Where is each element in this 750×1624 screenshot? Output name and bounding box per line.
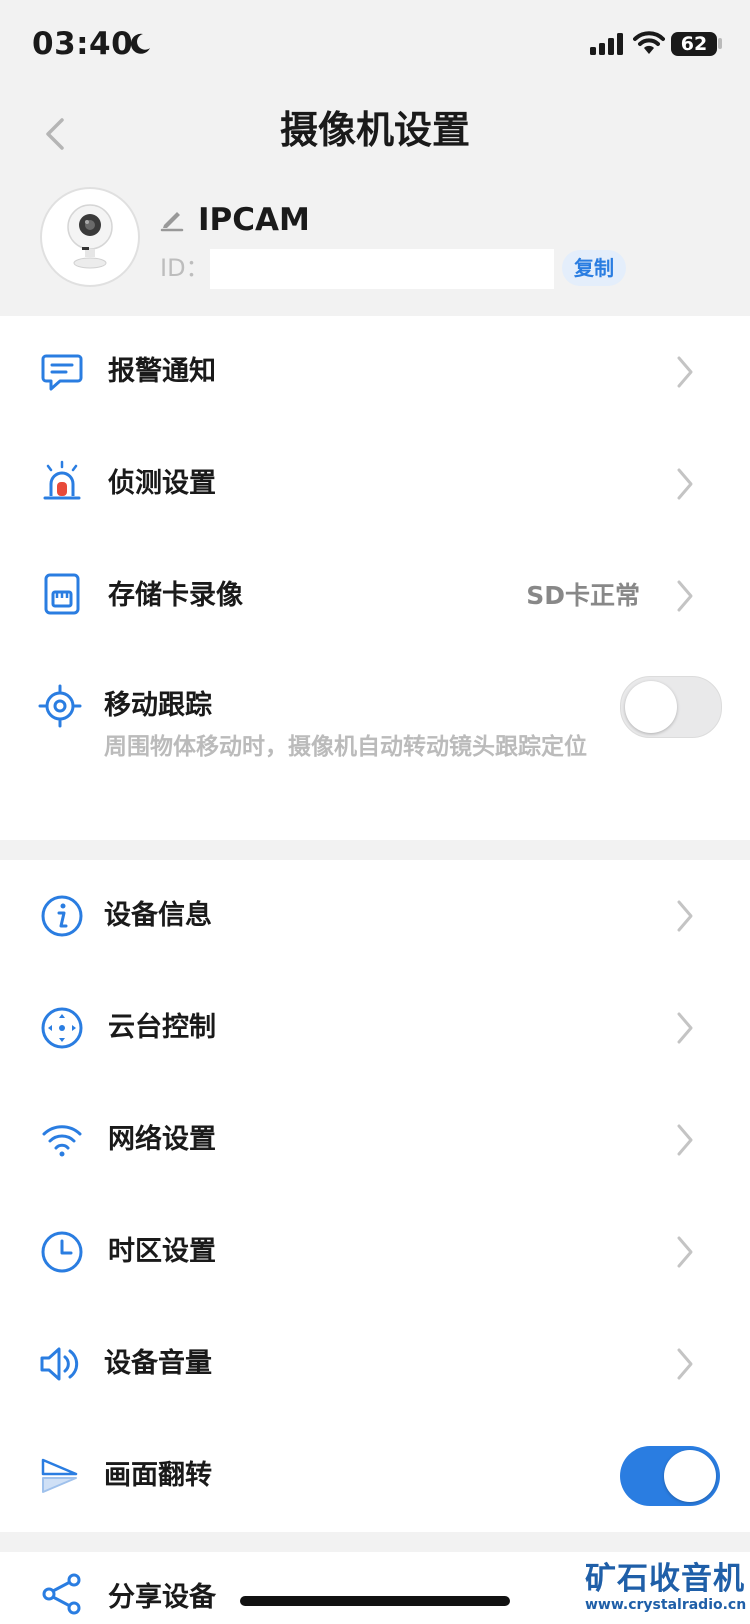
- flip-icon: [41, 1458, 78, 1493]
- row-label: 设备音量: [104, 1348, 212, 1379]
- row-timezone-settings[interactable]: 时区设置: [0, 1196, 750, 1308]
- settings-group-alerts: 报警通知 侦测设置 存储卡录像 SD卡正常 移动跟踪 周围物体移动时，摄像机自动…: [0, 316, 750, 840]
- row-network-settings[interactable]: 网络设置: [0, 1084, 750, 1196]
- status-bar: 03:40 62: [0, 0, 750, 90]
- row-label: 画面翻转: [104, 1460, 212, 1491]
- row-device-info[interactable]: 设备信息: [0, 860, 750, 972]
- chevron-right-icon: [677, 580, 693, 612]
- moon-icon: [130, 33, 150, 54]
- row-detection-settings[interactable]: 侦测设置: [0, 428, 750, 540]
- status-time: 03:40: [32, 26, 134, 62]
- device-id-value: [210, 249, 554, 289]
- row-label: 设备信息: [104, 900, 212, 931]
- ptz-control-icon: [41, 1007, 83, 1049]
- row-label: 云台控制: [108, 1012, 216, 1043]
- watermark-url: www.crystalradio.cn: [585, 1597, 747, 1613]
- chevron-right-icon: [677, 1124, 693, 1156]
- wifi-icon: [42, 1125, 82, 1157]
- motion-tracking-description: 周围物体移动时，摄像机自动转动镜头跟踪定位: [104, 734, 587, 760]
- device-id-label: ID：: [160, 254, 210, 282]
- row-alarm-notification[interactable]: 报警通知: [0, 316, 750, 428]
- watermark-title: 矿石收音机: [585, 1561, 745, 1597]
- image-flip-toggle[interactable]: [620, 1446, 720, 1506]
- battery-level: 62: [671, 32, 717, 56]
- row-label: 侦测设置: [108, 468, 216, 499]
- share-icon: [42, 1573, 81, 1615]
- row-label: 网络设置: [108, 1124, 216, 1155]
- chevron-right-icon: [677, 1236, 693, 1268]
- sd-card-status: SD卡正常: [526, 581, 640, 610]
- chevron-right-icon: [677, 1012, 693, 1044]
- toggle-knob: [664, 1450, 716, 1502]
- motion-tracking-toggle[interactable]: [620, 676, 722, 738]
- chevron-right-icon: [677, 900, 693, 932]
- info-icon: [41, 895, 83, 937]
- clock-icon: [41, 1231, 83, 1273]
- page-title: 摄像机设置: [279, 108, 470, 152]
- volume-icon: [40, 1347, 79, 1381]
- cellular-signal-icon: [590, 33, 623, 55]
- target-icon: [38, 684, 82, 728]
- chevron-right-icon: [677, 356, 693, 388]
- row-label: 报警通知: [108, 356, 216, 387]
- alarm-message-icon: [41, 354, 83, 391]
- row-label: 分享设备: [108, 1582, 216, 1613]
- row-label: 存储卡录像: [108, 580, 243, 611]
- row-ptz-control[interactable]: 云台控制: [0, 972, 750, 1084]
- row-label: 移动跟踪: [104, 690, 212, 721]
- camera-avatar: [40, 187, 140, 287]
- row-sd-card-recording[interactable]: 存储卡录像 SD卡正常: [0, 540, 750, 652]
- siren-icon: [43, 460, 81, 500]
- row-image-flip: 画面翻转: [0, 1420, 750, 1532]
- toggle-knob: [625, 681, 677, 733]
- chevron-right-icon: [677, 1348, 693, 1380]
- row-device-volume[interactable]: 设备音量: [0, 1308, 750, 1420]
- row-motion-tracking: 移动跟踪 周围物体移动时，摄像机自动转动镜头跟踪定位: [0, 652, 750, 840]
- wifi-status-icon: [633, 31, 665, 54]
- copy-id-button[interactable]: 复制: [562, 250, 626, 286]
- home-indicator[interactable]: [240, 1596, 510, 1606]
- sd-card-icon: [44, 573, 80, 615]
- camera-device-icon: [67, 204, 113, 269]
- battery-cap: [718, 38, 722, 49]
- watermark: 矿石收音机 www.crystalradio.cn: [585, 1562, 746, 1614]
- chevron-right-icon: [677, 468, 693, 500]
- device-name: IPCAM: [198, 202, 310, 238]
- row-label: 时区设置: [108, 1236, 216, 1267]
- edit-name-icon[interactable]: [158, 206, 186, 234]
- settings-group-device: 设备信息 云台控制 网络设置 时区设置 设备音量 画面翻转: [0, 860, 750, 1532]
